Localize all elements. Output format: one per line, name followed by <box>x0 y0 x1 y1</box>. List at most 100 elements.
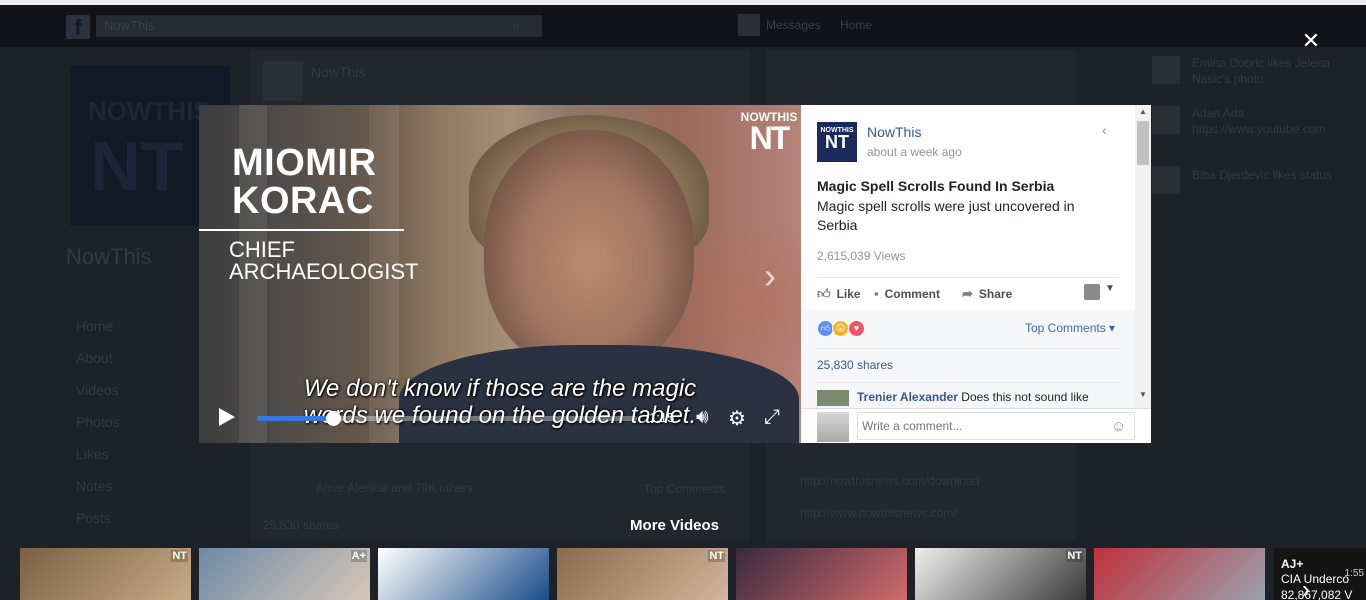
bg-link: http://nowthisnews.com/download <box>800 474 980 488</box>
ticker-name: Biba Djerdevic likes status <box>1192 168 1333 182</box>
bg-menu-item[interactable]: Photos <box>76 414 120 430</box>
video-source: AJ+ <box>1281 557 1304 571</box>
scroll-down-icon[interactable]: ▼ <box>1135 388 1151 402</box>
nowthis-watermark-logo: NOWTHIS NT <box>739 111 799 156</box>
post-title: Magic Spell Scrolls Found In Serbia <box>817 178 1055 194</box>
comment-compose-bar: ☺ <box>801 408 1151 443</box>
comment-icon: ▪ <box>874 286 879 301</box>
video-time: 1:15 <box>649 410 675 425</box>
panel-scrollbar[interactable]: ▲ ▼ <box>1135 105 1151 408</box>
chevron-left-icon[interactable]: ‹ <box>1102 122 1107 138</box>
page-avatar[interactable]: NOWTHIS NT <box>817 122 857 162</box>
video-thumbnail[interactable]: NT <box>557 548 728 600</box>
nav-messages[interactable]: Messages <box>766 18 821 32</box>
thumbnail-badge: NT <box>1066 550 1083 562</box>
bg-menu-item[interactable]: Home <box>76 318 113 334</box>
progress-bar[interactable] <box>257 411 637 426</box>
page-name-link[interactable]: NowThis <box>867 124 921 140</box>
bg-post-author: NowThis <box>311 64 366 80</box>
divider <box>817 382 1119 383</box>
top-comments-label: Top Comments <box>1025 321 1106 335</box>
shares-link[interactable]: 25,830 shares <box>817 358 893 372</box>
current-user-avatar[interactable] <box>817 412 849 442</box>
comment-text: Does this not sound like <box>961 390 1089 404</box>
post-details-panel: NOWTHIS NT NowThis about a week ago ‹ Ma… <box>801 105 1151 443</box>
video-views: 82,867,082 V <box>1281 588 1353 600</box>
video-player[interactable]: MIOMIR KORAC CHIEF ARCHAEOLOGIST NOWTHIS… <box>199 105 801 443</box>
video-thumbnail[interactable] <box>1094 548 1265 600</box>
background-page-name: NowThis <box>66 244 152 269</box>
bg-menu-item[interactable]: Videos <box>76 382 119 398</box>
next-video-arrow-icon[interactable]: › <box>764 255 776 297</box>
thumbnail-badge: NT <box>708 550 725 562</box>
wow-reaction-icon[interactable]: 😮︎ <box>832 320 849 337</box>
lower-third-title: ARCHAEOLOGIST <box>229 259 419 284</box>
divider <box>817 348 1119 349</box>
post-description: Magic spell scrolls were just uncovered … <box>817 198 1075 233</box>
post-as-avatar[interactable] <box>1084 284 1100 300</box>
bg-menu-item[interactable]: Notes <box>76 478 113 494</box>
fullscreen-icon[interactable]: ⤢ <box>764 406 780 429</box>
lower-third-title: CHIEF <box>229 237 295 262</box>
comment-button[interactable]: ▪ Comment <box>874 286 940 301</box>
more-videos-heading: More Videos <box>630 517 719 534</box>
comment: Trenier Alexander Does this not sound li… <box>857 390 1117 404</box>
scroll-up-icon[interactable]: ▲ <box>1135 105 1151 119</box>
profile-avatar[interactable] <box>738 14 760 36</box>
nav-home[interactable]: Home <box>840 18 872 32</box>
bg-menu-item[interactable]: About <box>76 350 113 366</box>
post-timestamp[interactable]: about a week ago <box>867 145 962 159</box>
share-button[interactable]: ➦ Share <box>962 286 1012 302</box>
video-controls: 1:15 🔊︎ ⚙ ⤢ <box>199 395 801 443</box>
comment-label: Comment <box>884 287 940 301</box>
facebook-search-input[interactable]: NowThis <box>96 15 542 37</box>
video-thumbnail[interactable]: A+ <box>199 548 370 600</box>
bg-top-comments: Top Comments <box>644 482 725 496</box>
ticker-avatar <box>1152 166 1180 194</box>
comment-input[interactable] <box>857 412 1135 440</box>
search-icon[interactable]: ⌕ <box>512 17 520 34</box>
progress-handle[interactable] <box>326 411 341 426</box>
top-comments-dropdown[interactable]: Top Comments ▾ <box>1025 321 1115 335</box>
ticker-avatar <box>1152 106 1180 134</box>
ticker-name: Adan Ada <box>1192 106 1245 120</box>
video-length: 1:55 <box>1344 568 1364 579</box>
view-count: 2,615,039 Views <box>817 249 906 263</box>
video-thumbnail[interactable] <box>378 548 549 600</box>
like-label: Like <box>836 287 861 301</box>
video-thumbnail[interactable] <box>736 548 907 600</box>
facebook-logo-icon[interactable]: f <box>66 15 90 40</box>
close-icon[interactable]: ✕ <box>1300 30 1322 52</box>
commenter-avatar[interactable] <box>817 390 849 406</box>
bg-reactions-text: Amar Alenkar and 79K others <box>316 481 473 495</box>
ticker-name: Emina Dobric likes Jelena <box>1192 56 1331 70</box>
love-reaction-icon[interactable]: ♥ <box>848 320 865 337</box>
volume-icon[interactable]: 🔊︎ <box>696 406 709 429</box>
comment-author[interactable]: Trenier Alexander <box>857 390 958 404</box>
video-title: CIA Underco <box>1281 572 1350 586</box>
share-label: Share <box>978 287 1013 301</box>
video-thumbnail[interactable]: NT <box>20 548 191 600</box>
chevron-right-icon[interactable]: › <box>1302 576 1310 600</box>
ticker-sub: Nasic's photo. <box>1192 72 1267 86</box>
video-thumbnail[interactable]: NT <box>915 548 1086 600</box>
divider <box>817 277 1119 278</box>
thumbs-up-icon: 👍︎ <box>817 286 831 301</box>
lower-third-name: MIOMIR <box>232 142 377 184</box>
gear-icon[interactable]: ⚙ <box>728 406 746 431</box>
scrollbar-thumb[interactable] <box>1137 121 1149 165</box>
like-button[interactable]: 👍︎ Like <box>817 286 861 302</box>
video-thumbnail-info[interactable]: AJ+ CIA Underco 82,867,082 V 1:55 › <box>1274 548 1366 600</box>
thumbnail-badge: NT <box>171 550 188 562</box>
caret-down-icon[interactable]: ▼ <box>1105 283 1115 294</box>
watermark-big: NT <box>749 120 791 156</box>
play-icon[interactable] <box>219 408 235 426</box>
ticker-avatar <box>1152 56 1180 84</box>
speaker-face <box>484 130 694 370</box>
bg-menu-item[interactable]: Likes <box>76 446 109 462</box>
avatar-big-text: NT <box>825 132 849 152</box>
thumbnail-badge: A+ <box>350 550 367 562</box>
bg-post-avatar <box>263 61 303 101</box>
emoji-icon[interactable]: ☺ <box>1111 418 1126 435</box>
progress-fill <box>257 416 333 421</box>
